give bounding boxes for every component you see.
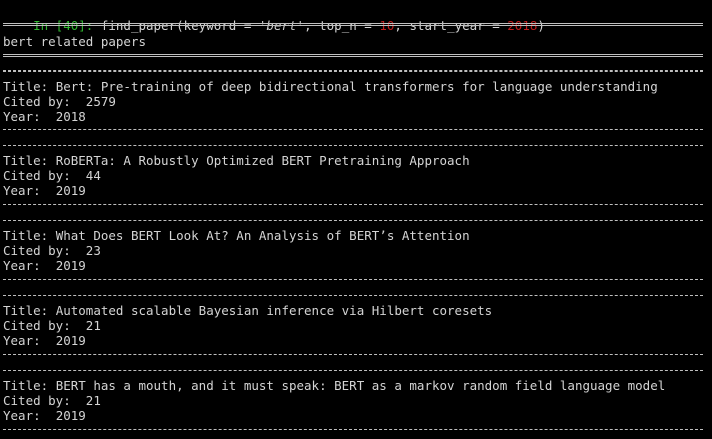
cited-label: Cited by: (3, 393, 86, 408)
year-label: Year: (3, 258, 56, 273)
paper-year-line: Year: 2019 (3, 333, 86, 348)
paper-title: What Does BERT Look At? An Analysis of B… (55, 228, 470, 243)
notebook-output: In [40]: find_paper(keyword = 'bert', to… (0, 0, 712, 439)
paper-year: 2018 (55, 109, 86, 124)
paper-year: 2019 (55, 333, 86, 348)
cited-label: Cited by: (3, 243, 86, 258)
paper-title: Automated scalable Bayesian inference vi… (55, 303, 493, 318)
year-label: Year: (3, 408, 56, 423)
title-label: Title: (3, 303, 56, 318)
paper-year-line: Year: 2018 (3, 109, 86, 124)
year-label: Year: (3, 109, 56, 124)
paper-cited-line: Cited by: 44 (3, 168, 101, 183)
dashed-divider (3, 279, 703, 280)
dashed-divider (3, 145, 703, 146)
year-label: Year: (3, 183, 56, 198)
dashed-divider (3, 129, 703, 130)
dashed-divider (3, 204, 703, 205)
paper-cited-line: Cited by: 2579 (3, 94, 116, 109)
paper-entry: Title: Bert: Pre-training of deep bidire… (0, 71, 712, 146)
paper-year-line: Year: 2019 (3, 408, 86, 423)
dashed-divider (3, 429, 703, 430)
cited-label: Cited by: (3, 168, 86, 183)
paper-title: BERT has a mouth, and it must speak: BER… (55, 378, 666, 393)
dashed-divider (3, 370, 703, 371)
year-label: Year: (3, 333, 56, 348)
dashed-divider (3, 354, 703, 355)
paper-title-line: Title: BERT has a mouth, and it must spe… (3, 378, 665, 393)
double-divider (3, 54, 703, 57)
paper-title-line: Title: Bert: Pre-training of deep bidire… (3, 79, 658, 94)
cited-label: Cited by: (3, 94, 86, 109)
title-label: Title: (3, 378, 56, 393)
title-label: Title: (3, 153, 56, 168)
paper-entry: Title: Automated scalable Bayesian infer… (0, 295, 712, 370)
paper-cited-by: 2579 (85, 94, 116, 109)
paper-cited-line: Cited by: 21 (3, 393, 101, 408)
paper-year: 2019 (55, 258, 86, 273)
results-header: bert related papers (3, 34, 146, 49)
paper-cited-line: Cited by: 23 (3, 243, 101, 258)
paper-year: 2019 (55, 183, 86, 198)
dashed-divider (3, 295, 703, 296)
paper-cited-by: 21 (85, 393, 101, 408)
paper-title: RoBERTa: A Robustly Optimized BERT Pretr… (55, 153, 470, 168)
paper-cited-by: 21 (85, 318, 101, 333)
paper-year: 2019 (55, 408, 86, 423)
paper-cited-by: 44 (85, 168, 101, 183)
double-divider (3, 23, 703, 26)
cited-label: Cited by: (3, 318, 86, 333)
title-label: Title: (3, 228, 56, 243)
paper-year-line: Year: 2019 (3, 258, 86, 273)
paper-year-line: Year: 2019 (3, 183, 86, 198)
paper-cited-line: Cited by: 21 (3, 318, 101, 333)
paper-title-line: Title: Automated scalable Bayesian infer… (3, 303, 492, 318)
input-cell[interactable]: In [40]: find_paper(keyword = 'bert', to… (3, 3, 545, 33)
paper-cited-by: 23 (85, 243, 101, 258)
paper-entry: Title: What Does BERT Look At? An Analys… (0, 220, 712, 295)
paper-title-line: Title: What Does BERT Look At? An Analys… (3, 228, 470, 243)
title-label: Title: (3, 79, 56, 94)
paper-title: Bert: Pre-training of deep bidirectional… (55, 79, 658, 94)
paper-title-line: Title: RoBERTa: A Robustly Optimized BER… (3, 153, 470, 168)
paper-entry: Title: RoBERTa: A Robustly Optimized BER… (0, 145, 712, 220)
dashed-divider (3, 71, 703, 72)
dashed-divider (3, 220, 703, 221)
